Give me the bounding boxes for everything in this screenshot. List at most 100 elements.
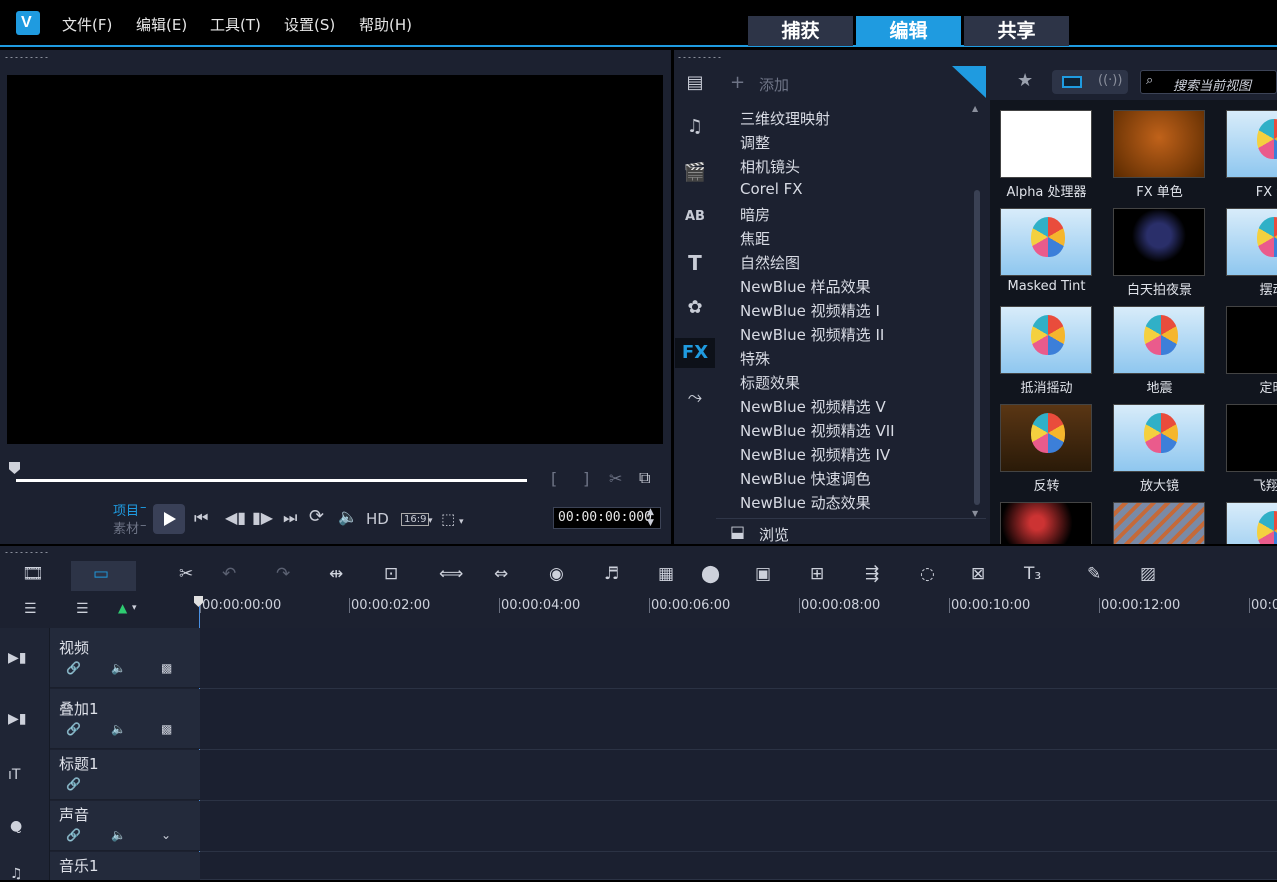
repeat-icon[interactable]: ⟳ [309,506,324,527]
menu-tools[interactable]: 工具(T) [210,14,261,35]
audio-mixer-icon[interactable]: ♬ [604,564,619,584]
pin-icon[interactable] [952,66,986,98]
graphic-icon[interactable]: ✿ [675,293,715,323]
tab-share[interactable]: 共享 [964,16,1069,46]
timeline-view-button[interactable]: ▭ [71,561,136,591]
scroll-up-icon[interactable]: ▲ [972,104,978,113]
menu-help[interactable]: 帮助(H) [359,14,412,35]
menu-edit[interactable]: 编辑(E) [136,14,187,35]
fit-project-icon[interactable]: ⇹ [329,564,343,584]
mute-icon[interactable]: 🔈 [111,661,126,675]
list-item[interactable]: NewBlue 样品效果 [740,276,871,297]
aspect-ratio-button[interactable]: 16:9 [401,513,430,526]
link-icon[interactable]: 🔗 [66,722,81,736]
thumbnail-item[interactable]: 定时 [1216,296,1277,396]
chevron-down-icon[interactable]: ▾ [428,516,433,526]
undo-icon[interactable]: ↶ [222,564,236,584]
search-box[interactable]: ⌕ 搜索当前视图 [1140,70,1277,94]
thumbnail-item[interactable]: 摆动 [1216,198,1277,298]
mute-icon[interactable]: 🔈 [111,722,126,736]
track-manager-icon[interactable]: ⇔ [494,564,508,584]
list-scrollbar[interactable]: ▲ ▼ [972,104,982,519]
path-icon[interactable]: ⤳ [675,383,715,413]
marker-icon[interactable]: ▲ [118,601,127,615]
hd-preview-button[interactable]: HD [366,510,389,528]
thumbnail-item[interactable] [1216,492,1277,544]
auto-music-icon[interactable]: ▦ [658,564,674,584]
thumbnail-item[interactable]: FX 单色 [1103,100,1216,200]
tab-edit[interactable]: 编辑 [856,16,961,46]
title-3d-icon[interactable]: T₃ [1024,564,1041,584]
add-favorite-icon[interactable]: ★ [1017,70,1033,91]
track-lane-voice[interactable] [200,801,1277,852]
search-input[interactable]: 搜索当前视图 [1173,75,1251,94]
add-icon[interactable]: + [730,72,745,93]
track-add-icon[interactable]: ☰ [76,601,89,617]
timecode-down-icon[interactable]: ▼ [647,518,654,528]
thumbnail-item[interactable]: 抵消摇动 [990,296,1103,396]
panel-grip[interactable] [4,551,48,554]
track-list-icon[interactable]: ☰ [24,601,37,617]
tab-capture[interactable]: 捕获 [748,16,853,46]
list-item[interactable]: NewBlue 视频精选 I [740,300,880,321]
split-screen-icon[interactable]: ⊞ [810,564,824,584]
text-icon[interactable]: T [675,248,715,278]
timecode-display[interactable]: 00:00:00:000 [553,507,661,529]
transparency-icon[interactable]: ▩ [161,661,172,675]
scrollbar-thumb[interactable] [974,190,980,505]
mask-icon[interactable]: ◌ [920,564,935,584]
home-icon[interactable]: ⏮ [194,508,208,528]
list-item[interactable]: NewBlue 视频精选 IV [740,444,890,465]
subtitle-icon[interactable]: ▣ [755,564,771,584]
thumbnail-item[interactable] [990,492,1103,544]
link-icon[interactable]: 🔗 [66,828,81,842]
list-item[interactable]: 特殊 [740,348,770,369]
title-track-icon[interactable]: ıT [8,767,20,783]
list-item[interactable]: NewBlue 视频精选 VII [740,420,895,441]
video-track-icon[interactable]: ▶▮ [8,650,26,666]
clip-mode-label[interactable]: 素材 [113,518,139,537]
list-item[interactable]: 暗房 [740,204,770,225]
link-icon[interactable]: 🔗 [66,661,81,675]
video-filter-icon[interactable] [1062,76,1082,88]
list-item[interactable]: 焦距 [740,228,770,249]
thumbnail-item[interactable] [1103,492,1216,544]
volume-icon[interactable]: 🔈 [338,507,358,526]
thumbnail-item[interactable]: Masked Tint [990,198,1103,296]
motion-tracking-icon[interactable]: ⇶ [865,564,879,584]
list-item[interactable]: 自然绘图 [740,252,800,273]
mark-in-icon[interactable]: [ [551,469,557,488]
overlay-track-icon[interactable]: ▶▮ [8,711,26,727]
scroll-down-icon[interactable]: ▼ [972,509,978,518]
preview-screen[interactable] [7,75,663,444]
list-item[interactable]: 三维纹理映射 [740,108,830,129]
track-lane-music[interactable] [200,852,1277,880]
split-clip-icon[interactable]: ✂ [609,469,622,488]
expand-icon[interactable]: ⌄ [161,828,171,842]
list-item[interactable]: NewBlue 视频精选 V [740,396,886,417]
browse-button[interactable]: 浏览 [759,524,789,545]
panel-grip[interactable] [4,56,48,59]
end-icon[interactable]: ⏭ [283,508,297,528]
scrub-bar[interactable] [16,479,527,482]
multi-camera-icon[interactable]: ⬤ [701,564,720,584]
project-mode-label[interactable]: 项目 [113,500,139,519]
thumbnail-item[interactable]: 反转 [990,394,1103,494]
thumbnail-item[interactable]: FX 涟 [1216,100,1277,200]
record-icon[interactable]: ◉ [549,564,564,584]
title-icon[interactable]: AB [675,202,715,232]
menu-settings[interactable]: 设置(S) [284,14,335,35]
panel-grip[interactable] [677,56,721,59]
mute-icon[interactable]: 🔈 [111,828,126,842]
thumbnail-item[interactable]: 白天拍夜景 [1103,198,1216,298]
track-lane-overlay[interactable] [200,689,1277,750]
redo-icon[interactable]: ↷ [276,564,290,584]
track-lane-title[interactable] [200,750,1277,801]
thumbnail-item[interactable]: 飞翔画 [1216,394,1277,494]
list-item[interactable]: 相机镜头 [740,156,800,177]
menu-file[interactable]: 文件(F) [62,14,112,35]
enlarge-preview-icon[interactable]: ⧉ [639,468,650,488]
chevron-down-icon[interactable]: ▾ [459,517,464,527]
thumbnail-item[interactable]: Alpha 处理器 [990,100,1103,200]
instant-project-icon[interactable]: ♫ [675,112,715,142]
